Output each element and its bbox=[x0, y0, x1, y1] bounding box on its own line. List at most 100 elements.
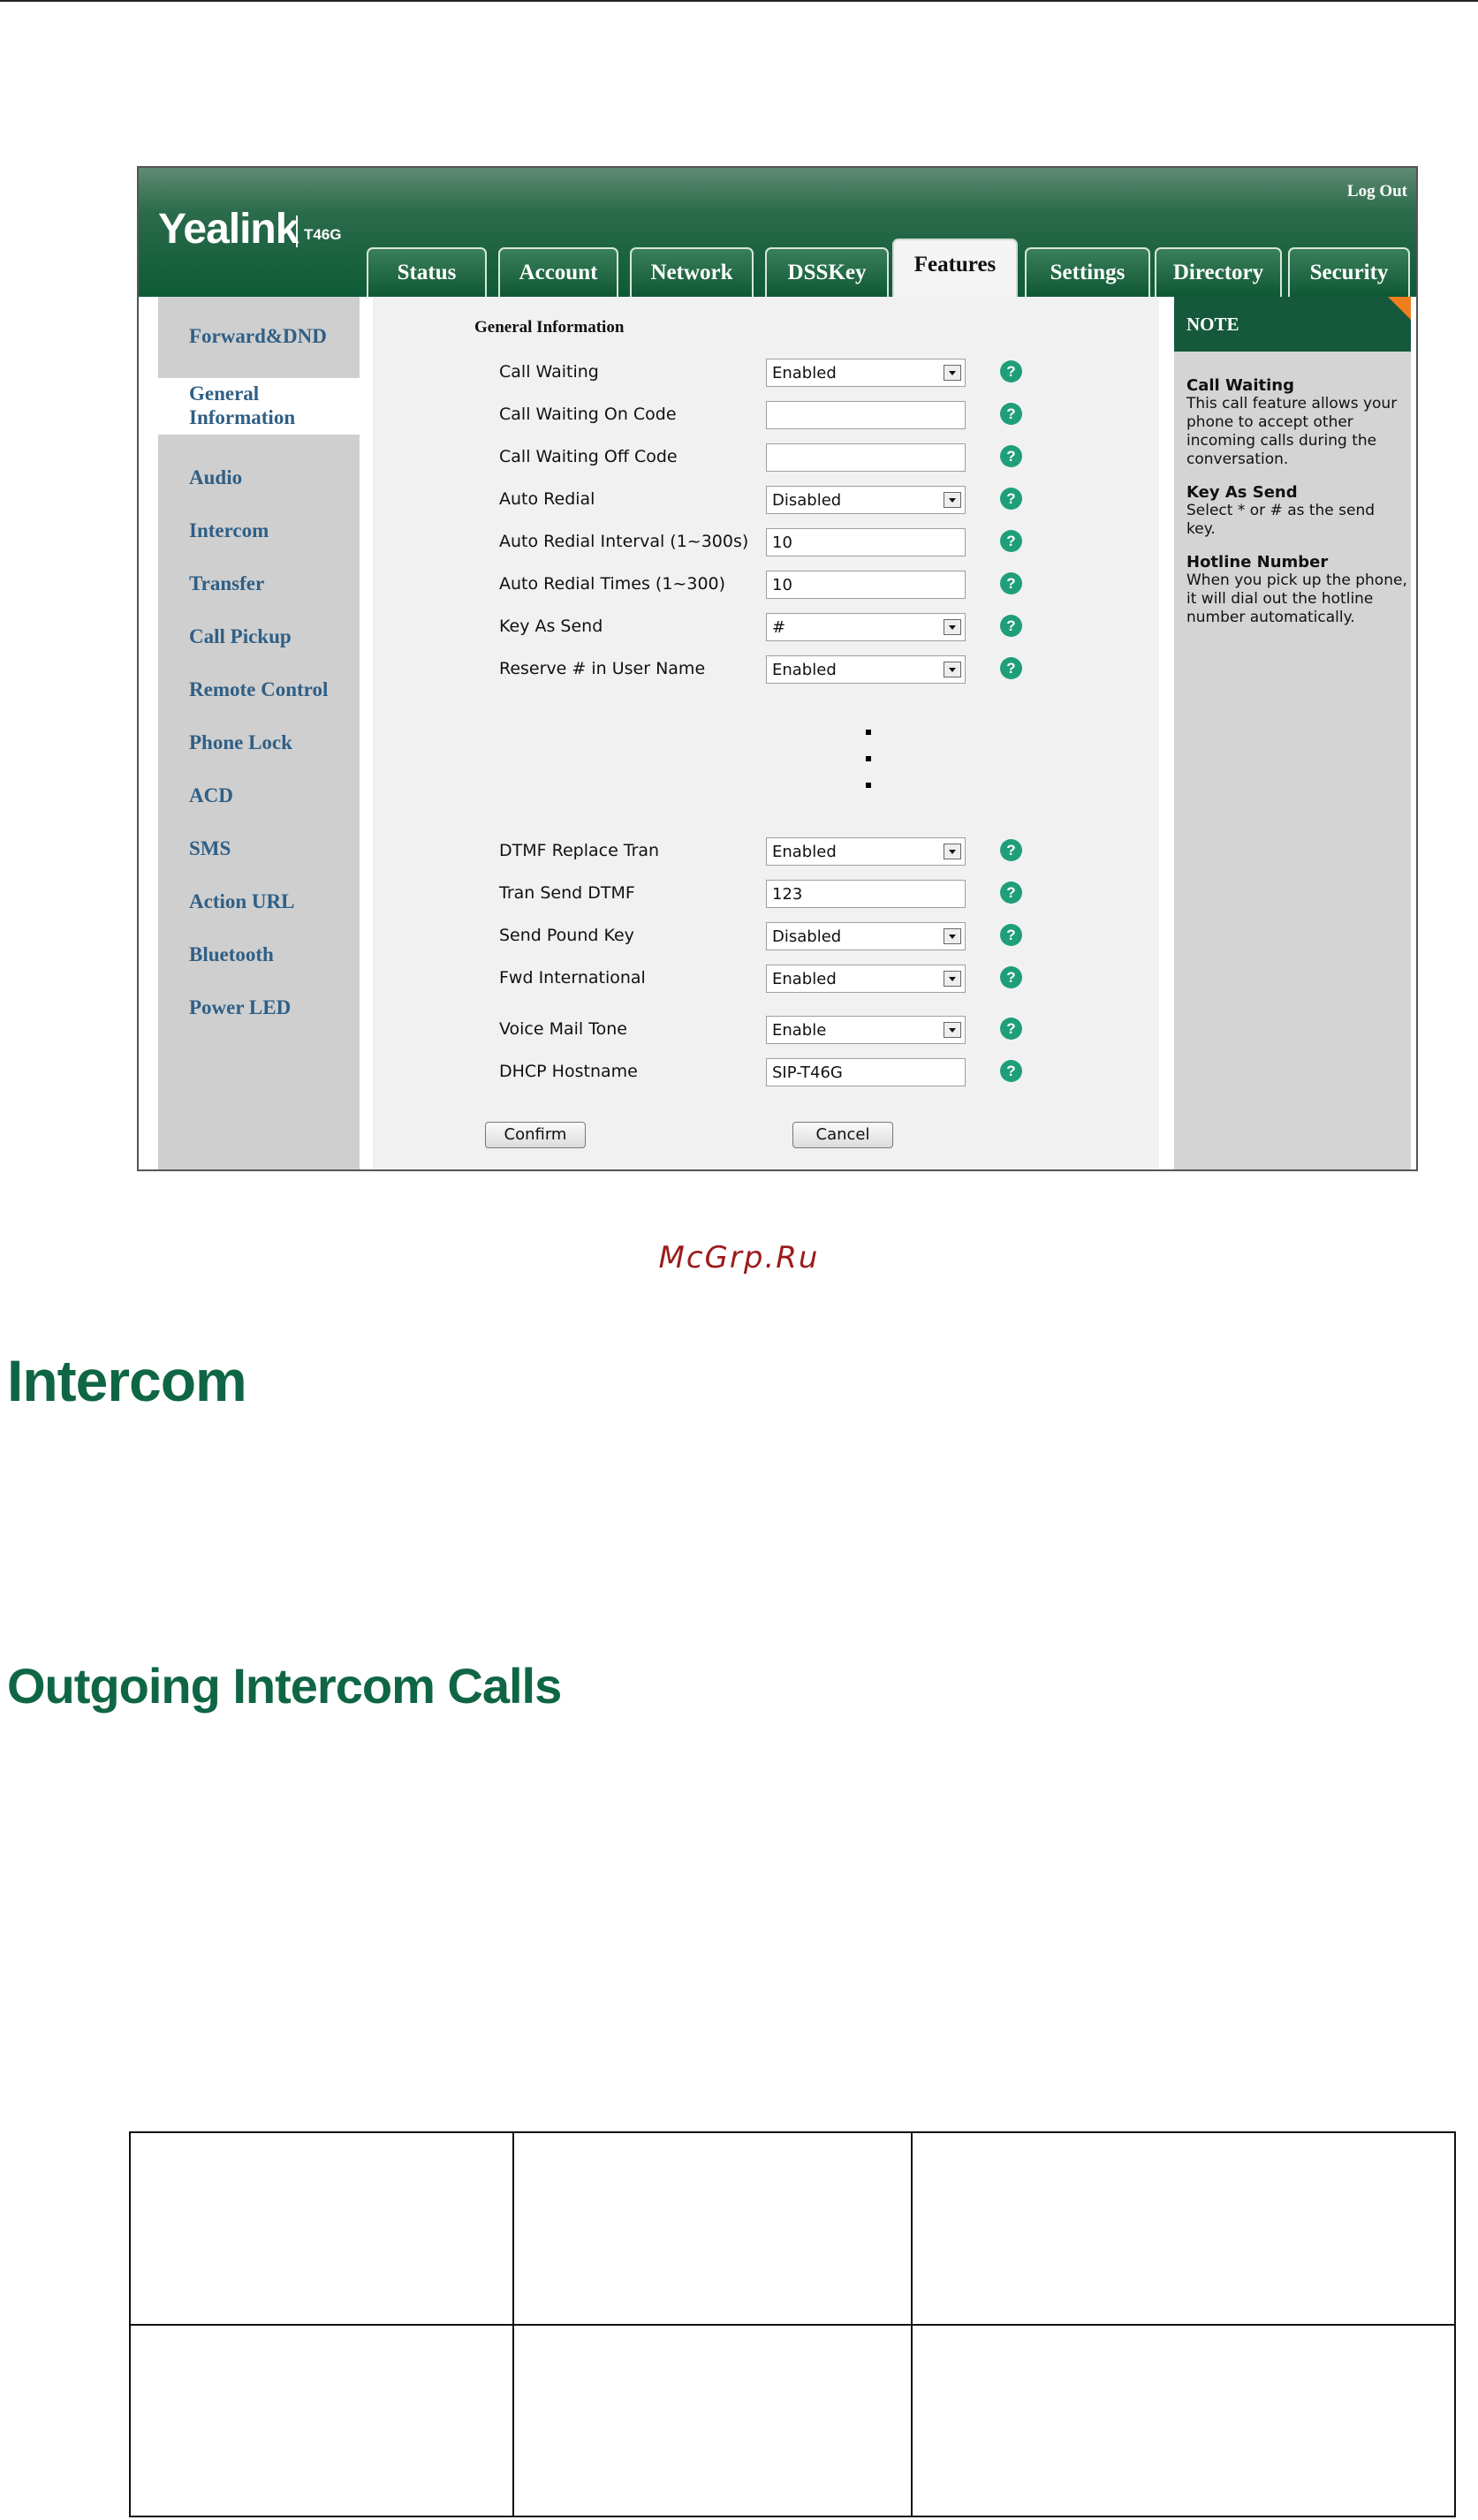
sidebar-item-label: Information bbox=[189, 406, 296, 428]
help-icon[interactable]: ? bbox=[1000, 657, 1022, 679]
select-value: Enabled bbox=[772, 970, 837, 988]
call-waiting-off-code-input[interactable] bbox=[766, 443, 966, 472]
sidebar-item-phone-lock[interactable]: Phone Lock bbox=[158, 731, 360, 754]
sidebar-item-sms[interactable]: SMS bbox=[158, 837, 360, 860]
sidebar-item-power-led[interactable]: Power LED bbox=[158, 996, 360, 1019]
select-value: Disabled bbox=[772, 927, 842, 946]
sidebar-item-transfer[interactable]: Transfer bbox=[158, 572, 360, 595]
auto-redial-interval-input[interactable]: 10 bbox=[766, 528, 966, 556]
note-heading: Call Waiting bbox=[1186, 376, 1294, 395]
tab-dsskey[interactable]: DSSKey bbox=[765, 247, 889, 297]
chevron-down-icon bbox=[944, 365, 961, 381]
dtmf-replace-tran-select[interactable]: Enabled bbox=[766, 837, 966, 866]
help-icon[interactable]: ? bbox=[1000, 488, 1022, 510]
auto-redial-times-input[interactable]: 10 bbox=[766, 571, 966, 599]
note-panel: NOTE Call Waiting This call feature allow… bbox=[1174, 297, 1411, 1169]
select-value: Disabled bbox=[772, 491, 842, 510]
sidebar-item-intercom[interactable]: Intercom bbox=[158, 519, 360, 542]
tab-settings[interactable]: Settings bbox=[1025, 247, 1150, 297]
auto-redial-times-label: Auto Redial Times (1~300) bbox=[499, 574, 726, 594]
table-cell bbox=[129, 2131, 514, 2326]
key-as-send-label: Key As Send bbox=[499, 617, 603, 636]
auto-redial-label: Auto Redial bbox=[499, 489, 595, 509]
help-icon[interactable]: ? bbox=[1000, 360, 1022, 382]
call-waiting-on-code-label: Call Waiting On Code bbox=[499, 405, 677, 424]
tab-features[interactable]: Features bbox=[892, 238, 1018, 299]
help-icon[interactable]: ? bbox=[1000, 882, 1022, 904]
logout-link[interactable]: Log Out bbox=[1347, 182, 1407, 201]
table-row bbox=[129, 2131, 1456, 2326]
send-pound-key-label: Send Pound Key bbox=[499, 926, 634, 945]
sidebar-item-forward-dnd[interactable]: Forward&DND bbox=[158, 325, 360, 348]
content-area: Forward&DND General Information Audio In… bbox=[139, 297, 1416, 1169]
watermark: McGrp.Ru bbox=[658, 1240, 820, 1275]
corner-tab-icon bbox=[1388, 297, 1411, 320]
sidebar-item-remote-control[interactable]: Remote Control bbox=[158, 678, 360, 701]
note-text: This call feature allows your phone to a… bbox=[1186, 395, 1398, 468]
chevron-down-icon bbox=[944, 1022, 961, 1038]
select-value: Enabled bbox=[772, 843, 837, 861]
select-value: Enabled bbox=[772, 364, 837, 382]
help-icon[interactable]: ? bbox=[1000, 1060, 1022, 1082]
help-icon[interactable]: ? bbox=[1000, 615, 1022, 637]
table-cell bbox=[911, 2131, 1456, 2326]
section-title: General Information bbox=[474, 318, 625, 337]
help-icon[interactable]: ? bbox=[1000, 1018, 1022, 1040]
brand-logo: Yealink bbox=[158, 206, 299, 253]
dhcp-hostname-input[interactable]: SIP-T46G bbox=[766, 1058, 966, 1086]
help-icon[interactable]: ? bbox=[1000, 572, 1022, 594]
help-icon[interactable]: ? bbox=[1000, 530, 1022, 552]
help-icon[interactable]: ? bbox=[1000, 966, 1022, 988]
call-waiting-on-code-input[interactable] bbox=[766, 401, 966, 429]
note-heading: Key As Send bbox=[1186, 483, 1298, 502]
call-waiting-select[interactable]: Enabled bbox=[766, 359, 966, 387]
tab-network[interactable]: Network bbox=[630, 247, 754, 297]
note-entry: Key As Send Select * or # as the send key… bbox=[1186, 483, 1407, 539]
auto-redial-select[interactable]: Disabled bbox=[766, 486, 966, 514]
fwd-international-select[interactable]: Enabled bbox=[766, 965, 966, 993]
sidebar-item-call-pickup[interactable]: Call Pickup bbox=[158, 625, 360, 648]
tab-security[interactable]: Security bbox=[1288, 247, 1410, 297]
sidebar-item-bluetooth[interactable]: Bluetooth bbox=[158, 943, 360, 966]
help-icon[interactable]: ? bbox=[1000, 924, 1022, 946]
sidebar-item-general-information[interactable]: General Information bbox=[158, 378, 381, 435]
cancel-button[interactable]: Cancel bbox=[792, 1122, 893, 1148]
help-icon[interactable]: ? bbox=[1000, 839, 1022, 861]
reserve-hash-select[interactable]: Enabled bbox=[766, 655, 966, 684]
chevron-down-icon bbox=[944, 928, 961, 944]
sidebar-item-action-url[interactable]: Action URL bbox=[158, 890, 360, 913]
auto-redial-interval-label: Auto Redial Interval (1~300s) bbox=[499, 532, 749, 551]
table-cell bbox=[911, 2323, 1456, 2517]
heading-outgoing-intercom-calls: Outgoing Intercom Calls bbox=[7, 1658, 562, 1714]
call-waiting-off-code-label: Call Waiting Off Code bbox=[499, 447, 678, 466]
note-title: NOTE bbox=[1174, 297, 1411, 352]
table-cell bbox=[512, 2323, 913, 2517]
sidebar-item-label: General bbox=[189, 382, 260, 405]
note-entry: Hotline Number When you pick up the phone… bbox=[1186, 553, 1407, 627]
select-value: Enable bbox=[772, 1021, 827, 1040]
voice-mail-tone-select[interactable]: Enable bbox=[766, 1016, 966, 1044]
reserve-hash-label: Reserve # in User Name bbox=[499, 659, 706, 678]
table-cell bbox=[512, 2131, 913, 2326]
tab-account[interactable]: Account bbox=[498, 247, 618, 297]
key-as-send-select[interactable]: # bbox=[766, 613, 966, 641]
chevron-down-icon bbox=[944, 971, 961, 987]
tab-directory[interactable]: Directory bbox=[1155, 247, 1282, 297]
help-icon[interactable]: ? bbox=[1000, 403, 1022, 425]
confirm-button[interactable]: Confirm bbox=[485, 1122, 586, 1148]
header-bar: Yealink T46G Log Out Status Account Netw… bbox=[139, 168, 1416, 299]
note-text: Select * or # as the send key. bbox=[1186, 502, 1376, 538]
note-body: Call Waiting This call feature allows you… bbox=[1186, 376, 1407, 641]
select-value: Enabled bbox=[772, 661, 837, 679]
chevron-down-icon bbox=[944, 619, 961, 635]
table-row bbox=[129, 2323, 1456, 2517]
settings-form: General Information Call Waiting Enabled… bbox=[373, 297, 1159, 1169]
tran-send-dtmf-input[interactable]: 123 bbox=[766, 880, 966, 908]
help-icon[interactable]: ? bbox=[1000, 445, 1022, 467]
sidebar-item-acd[interactable]: ACD bbox=[158, 784, 360, 807]
sidebar-item-audio[interactable]: Audio bbox=[158, 466, 360, 489]
tab-status[interactable]: Status bbox=[367, 247, 487, 297]
chevron-down-icon bbox=[944, 662, 961, 677]
send-pound-key-select[interactable]: Disabled bbox=[766, 922, 966, 950]
chevron-down-icon bbox=[944, 492, 961, 508]
